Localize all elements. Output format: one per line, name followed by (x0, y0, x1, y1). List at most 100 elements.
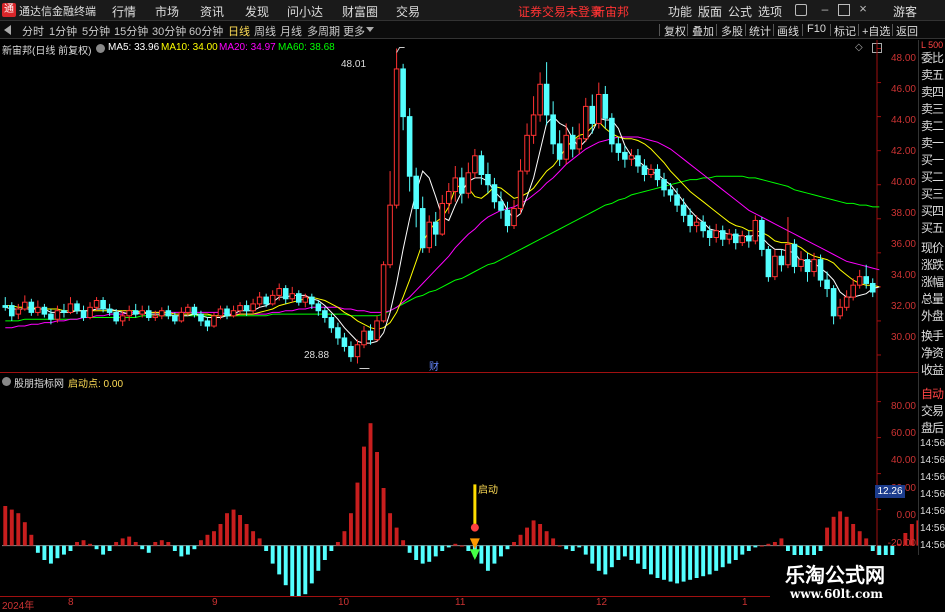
sidebar-item-auto[interactable]: 自动 (921, 385, 943, 402)
period-toolbar: 分时 1分钟 5分钟 15分钟 30分钟 60分钟 日线 周线 月线 多周期 更… (0, 21, 945, 39)
indicator-bar-positive (760, 546, 764, 547)
finance-event-marker[interactable]: 财 (429, 358, 439, 373)
period-monthly[interactable]: 月线 (280, 23, 302, 39)
menu-wenxiaoda[interactable]: 问小达 (287, 3, 323, 20)
indicator-bar-negative (55, 546, 59, 559)
indicator-bar-negative (590, 546, 594, 564)
candle-down (551, 115, 556, 144)
indicator-bar-negative (271, 546, 275, 564)
tool-drawline[interactable]: 画线 (777, 23, 799, 39)
tool-add-watchlist[interactable]: +自选 (862, 23, 890, 39)
sidebar-item-trade[interactable]: 交易 (921, 402, 943, 419)
indicator-gear-icon[interactable] (2, 377, 11, 386)
sidebar-item-after-hours[interactable]: 盘后 (921, 419, 943, 436)
start-signal-arrow (470, 538, 480, 549)
indicator-bar-negative (662, 546, 666, 580)
indicator-bar-positive (10, 510, 14, 546)
candle-down (870, 283, 875, 292)
kline-chart[interactable] (0, 40, 918, 596)
candle-down (623, 152, 628, 159)
period-more[interactable]: 更多 (343, 23, 365, 39)
candle-up (388, 205, 393, 265)
candle-up (564, 135, 569, 159)
indicator-bar-negative (564, 546, 568, 550)
candle-down (264, 297, 269, 304)
menu-layout[interactable]: 版面 (698, 3, 722, 20)
toolbar-divider (687, 24, 688, 36)
tool-overlay[interactable]: 叠加 (692, 23, 714, 39)
toolbar-divider (745, 24, 746, 36)
price-tick: 36.00 (891, 239, 916, 250)
menu-discover[interactable]: 发现 (245, 3, 269, 20)
indicator-name[interactable]: 股朋指标网 (14, 375, 64, 390)
menu-trade[interactable]: 交易 (396, 3, 420, 20)
candle-down (407, 117, 412, 177)
period-30min[interactable]: 30分钟 (152, 23, 186, 39)
candle-down (107, 309, 112, 312)
menu-news[interactable]: 资讯 (200, 3, 224, 20)
date-tick: 11 (455, 597, 465, 608)
close-icon[interactable]: × (856, 1, 870, 17)
settings-icon[interactable] (795, 4, 807, 16)
period-1min[interactable]: 1分钟 (49, 23, 77, 39)
sidebar-item-buy3: 买三 (921, 185, 943, 202)
indicator-bar-positive (388, 513, 392, 545)
sidebar-item-net-assets: 净资 (921, 344, 943, 361)
minimize-icon[interactable]: – (818, 2, 832, 16)
tool-fuquan[interactable]: 复权 (664, 23, 686, 39)
candle-down (675, 195, 680, 205)
candle-down (570, 135, 575, 149)
tool-back[interactable]: 返回 (896, 23, 918, 39)
indicator-bar-negative (701, 546, 705, 577)
login-status[interactable]: 证券交易未登录 (518, 3, 602, 20)
tool-statistics[interactable]: 统计 (749, 23, 771, 39)
period-60min[interactable]: 60分钟 (189, 23, 223, 39)
guest-user[interactable]: 游客 (893, 3, 917, 20)
indicator-bar-negative (310, 546, 314, 584)
period-intraday[interactable]: 分时 (22, 23, 44, 39)
pane-divider[interactable] (0, 372, 918, 373)
indicator-bar-positive (342, 531, 346, 545)
candle-down (225, 309, 230, 316)
menu-options[interactable]: 选项 (758, 3, 782, 20)
menu-formula[interactable]: 公式 (728, 3, 752, 20)
indicator-bar-negative (629, 546, 633, 560)
indicator-bar-negative (186, 546, 190, 555)
maximize-icon[interactable] (838, 4, 850, 16)
indicator-bar-negative (323, 546, 327, 560)
menu-functions[interactable]: 功能 (668, 3, 692, 20)
candle-up (812, 260, 817, 272)
period-multi[interactable]: 多周期 (307, 23, 340, 39)
candle-down (760, 220, 765, 249)
period-weekly[interactable]: 周线 (254, 23, 276, 39)
candle-up (447, 192, 452, 204)
candle-up (23, 302, 28, 309)
menu-market[interactable]: 市场 (155, 3, 179, 20)
tool-mark[interactable]: 标记 (834, 23, 856, 39)
period-5min[interactable]: 5分钟 (82, 23, 110, 39)
sidebar-item-turnover: 换手 (921, 327, 943, 344)
candle-down (805, 260, 810, 272)
indicator-bar-negative (642, 546, 646, 569)
candle-up (453, 178, 458, 192)
indicator-bar-negative (708, 546, 712, 575)
menu-wealth-circle[interactable]: 财富圈 (342, 3, 378, 20)
indicator-bar-negative (408, 546, 412, 553)
menu-quotes[interactable]: 行情 (112, 3, 136, 20)
price-tick: 44.00 (891, 115, 916, 126)
candle-down (733, 234, 738, 243)
candle-down (864, 277, 869, 284)
date-tick: 10 (338, 597, 349, 608)
price-tick: 34.00 (891, 270, 916, 281)
tool-f10[interactable]: F10 (807, 23, 826, 35)
candle-up (36, 307, 41, 312)
candle-down (701, 222, 706, 231)
tool-multi-stock[interactable]: 多股 (721, 23, 743, 39)
period-15min[interactable]: 15分钟 (114, 23, 148, 39)
more-dropdown-icon[interactable] (366, 27, 374, 32)
period-left-arrow-icon[interactable] (4, 25, 11, 35)
candle-up (218, 309, 223, 316)
candle-up (355, 345, 360, 357)
period-daily[interactable]: 日线 (228, 23, 250, 39)
candle-down (479, 156, 484, 175)
